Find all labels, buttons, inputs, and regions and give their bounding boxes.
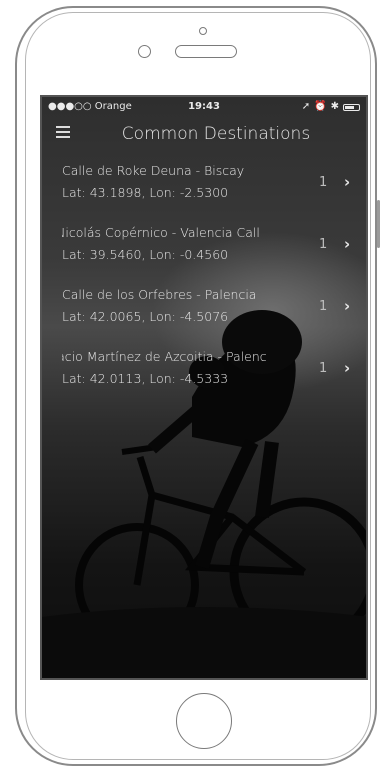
home-button[interactable] xyxy=(176,693,232,749)
destination-count: 1 xyxy=(319,175,328,190)
chevron-right-icon: › xyxy=(344,173,351,191)
chevron-right-icon: › xyxy=(344,297,351,315)
destination-title: Calle de los Orfebres - Palencia xyxy=(62,287,257,302)
front-camera xyxy=(199,27,207,35)
destination-title: Nicolás Copérnico - Valencia Call xyxy=(62,225,260,240)
destination-count: 1 xyxy=(319,299,328,314)
destinations-list: Calle de Roke Deuna - Biscay Lat: 43.189… xyxy=(42,163,366,411)
destination-count: 1 xyxy=(319,237,328,252)
earpiece-speaker xyxy=(175,45,237,58)
destination-coords: Lat: 43.1898, Lon: -2.5300 xyxy=(62,185,229,200)
proximity-sensor xyxy=(138,45,151,58)
battery-icon xyxy=(343,103,360,111)
destination-coords: Lat: 42.0065, Lon: -4.5076 xyxy=(62,309,229,324)
chevron-right-icon: › xyxy=(344,235,351,253)
destination-title: Ignacio Martínez de Azcoitia - Palenc xyxy=(62,349,267,364)
destination-row[interactable]: Calle de los Orfebres - Palencia Lat: 42… xyxy=(42,287,366,349)
bluetooth-icon: ✱ xyxy=(330,101,339,112)
page-title: Common Destinations xyxy=(121,124,311,144)
destination-count: 1 xyxy=(319,361,328,376)
app-screen: ●●●○○ Orange 19:43 ➚ ⏰ ✱ Common Destinat… xyxy=(40,95,368,680)
destination-row[interactable]: Ignacio Martínez de Azcoitia - Palenc La… xyxy=(42,349,366,411)
destination-row[interactable]: Nicolás Copérnico - Valencia Call Lat: 3… xyxy=(42,225,366,287)
destination-row[interactable]: Calle de Roke Deuna - Biscay Lat: 43.189… xyxy=(42,163,366,225)
power-button xyxy=(377,200,380,248)
location-icon: ➚ xyxy=(301,101,311,112)
chevron-right-icon: › xyxy=(344,359,351,377)
status-indicators: ➚ ⏰ ✱ xyxy=(302,97,360,117)
destination-coords: Lat: 42.0113, Lon: -4.5333 xyxy=(62,371,229,386)
destination-coords: Lat: 39.5460, Lon: -0.4560 xyxy=(62,247,229,262)
destination-title: Calle de Roke Deuna - Biscay xyxy=(62,163,245,178)
nav-bar: Common Destinations xyxy=(42,117,366,153)
alarm-icon: ⏰ xyxy=(314,101,327,112)
status-bar: ●●●○○ Orange 19:43 ➚ ⏰ ✱ xyxy=(42,97,366,117)
